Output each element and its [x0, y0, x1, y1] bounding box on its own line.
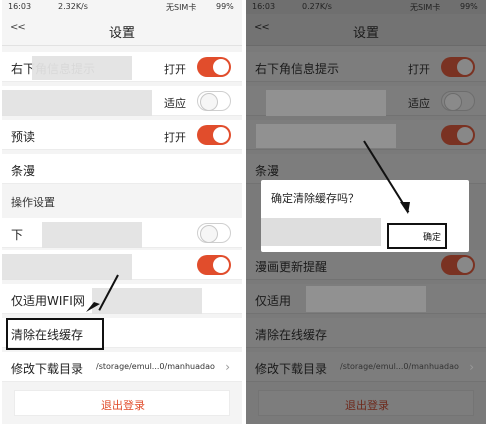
toggle-switch-on[interactable] [441, 255, 475, 275]
toggle-switch-off[interactable] [197, 91, 231, 111]
title-bar: << 设置 [2, 14, 242, 46]
toggle-switch-on[interactable] [197, 125, 231, 145]
status-battery: 99% [460, 2, 478, 11]
row-value: 适应 [164, 97, 186, 110]
row-label: 条漫 [11, 164, 36, 178]
status-carrier: 无SIM卡 [410, 3, 441, 12]
row-value: 适应 [408, 97, 430, 110]
status-carrier: 无SIM卡 [166, 3, 197, 12]
setting-row-strip[interactable]: 条漫 [2, 154, 242, 184]
setting-row-download-dir[interactable]: 修改下载目录 /storage/emul...0/manhuadao › [2, 352, 242, 382]
setting-row-clear-cache[interactable]: 清除在线缓存 [246, 318, 486, 348]
dialog-message: 确定清除缓存吗？ [271, 192, 359, 205]
blur-mask [256, 124, 396, 148]
row-label: 下 [11, 228, 24, 242]
row-label: 条漫 [255, 164, 280, 178]
toggle-switch-on[interactable] [197, 57, 231, 77]
blur-mask [2, 90, 152, 116]
row-value: 打开 [164, 131, 186, 144]
title-bar: << 设置 [246, 14, 486, 46]
logout-button[interactable]: 退出登录 [258, 390, 474, 416]
row-label: 修改下载目录 [11, 362, 84, 376]
blur-mask [266, 90, 386, 116]
row-label: 仅适用WIFI网 [11, 294, 85, 308]
setting-row-update[interactable]: 漫画更新提醒 [246, 250, 486, 280]
chevron-right-icon: › [225, 360, 230, 374]
arrow-head [86, 302, 100, 312]
page-title: 设置 [352, 26, 379, 41]
status-speed: 2.32K/s [58, 2, 88, 11]
highlight-box [6, 318, 104, 350]
logout-button[interactable]: 退出登录 [14, 390, 230, 416]
setting-row-corner-info[interactable]: 右下角信息提示 打开 [246, 52, 486, 82]
toggle-switch-off[interactable] [197, 223, 231, 243]
row-value: 打开 [164, 63, 186, 76]
row-value: /storage/emul...0/manhuadao [340, 362, 459, 371]
row-label: 预读 [11, 130, 36, 144]
settings-screen-right: 16:03 0.27K/s 无SIM卡 99% << 设置 右下角信息提示 打开… [246, 0, 486, 424]
toggle-switch-off[interactable] [441, 91, 475, 111]
toggle-switch-on[interactable] [441, 57, 475, 77]
settings-screen-left: 16:03 2.32K/s 无SIM卡 99% << 设置 右下角信息提示 打开… [2, 0, 242, 424]
setting-row-download-dir[interactable]: 修改下载目录 /storage/emul...0/manhuadao › [246, 352, 486, 382]
toggle-switch-on[interactable] [197, 255, 231, 275]
arrow-head [400, 202, 410, 214]
logout-label: 退出登录 [345, 399, 389, 412]
tutorial-screenshot: 16:03 2.32K/s 无SIM卡 99% << 设置 右下角信息提示 打开… [0, 0, 486, 424]
row-value: /storage/emul...0/manhuadao [96, 362, 215, 371]
status-time: 16:03 [8, 2, 32, 11]
status-bar: 16:03 2.32K/s 无SIM卡 99% [2, 0, 242, 14]
status-time: 16:03 [252, 2, 276, 11]
row-label: 右下角信息提示 [255, 62, 340, 76]
logout-label: 退出登录 [101, 399, 145, 412]
section-header: 操作设置 [11, 196, 55, 209]
highlight-box [387, 223, 447, 249]
status-battery: 99% [216, 2, 234, 11]
status-bar: 16:03 0.27K/s 无SIM卡 99% [246, 0, 486, 14]
page-title: 设置 [108, 26, 135, 41]
row-label: 清除在线缓存 [255, 328, 328, 342]
chevron-right-icon: › [469, 360, 474, 374]
blur-mask [306, 286, 426, 312]
blur-mask [32, 56, 132, 80]
blur-mask [2, 254, 132, 280]
blur-mask [42, 222, 142, 248]
row-value: 打开 [408, 63, 430, 76]
row-label: 漫画更新提醒 [255, 260, 328, 274]
blur-mask [261, 218, 381, 246]
row-label: 仅适用 [255, 294, 292, 308]
status-speed: 0.27K/s [302, 2, 332, 11]
setting-row-preload[interactable]: 预读 打开 [2, 120, 242, 150]
toggle-switch-on[interactable] [441, 125, 475, 145]
row-label: 修改下载目录 [255, 362, 328, 376]
